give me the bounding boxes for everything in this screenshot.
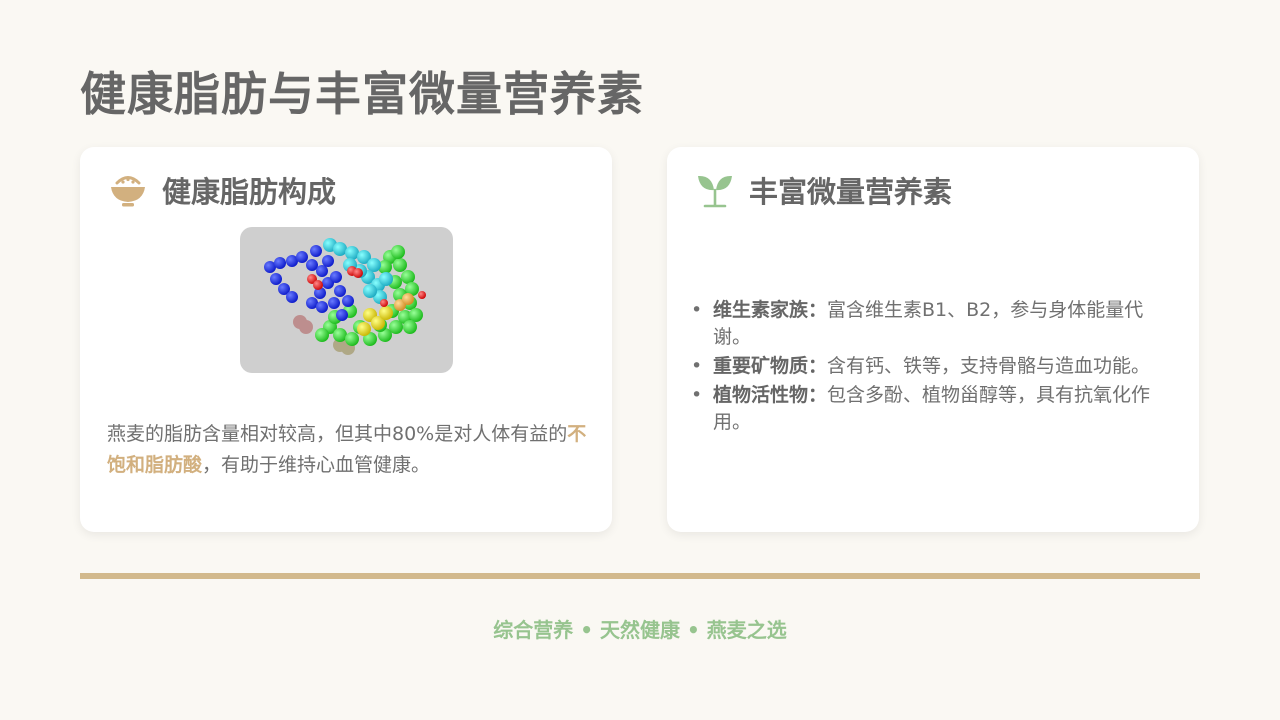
page-title: 健康脂肪与丰富微量营养素 (80, 67, 644, 121)
healthy-fat-heading: 健康脂肪构成 (162, 175, 337, 209)
list-item: 重要矿物质：含有钙、铁等，支持骨骼与造血功能。 (691, 353, 1181, 380)
healthy-fat-card-header: 健康脂肪构成 (108, 169, 336, 211)
list-item: 植物活性物：包含多酚、植物甾醇等，具有抗氧化作用。 (691, 382, 1181, 436)
footer-tagline: 综合营养 • 天然健康 • 燕麦之选 (493, 618, 787, 642)
molecule-model-graphic (264, 238, 426, 355)
list-item: 维生素家族：富含维生素B1、B2，参与身体能量代谢。 (691, 297, 1181, 351)
mineral-label: 重要矿物质： (713, 355, 828, 377)
rice-bowl-icon (108, 170, 148, 210)
description-text-end: ，有助于维持心血管健康。 (202, 454, 431, 476)
healthy-fat-card: 健康脂肪构成 燕麦的脂肪含量相对较高，但其中80%是对人体有益的不饱和脂肪酸，有… (80, 147, 612, 532)
micronutrients-card-header: 丰富微量营养素 (695, 169, 952, 211)
description-text-start: 燕麦的脂肪含量相对较高，但其中80%是对人体有益的 (107, 423, 568, 445)
fat-molecule-image (240, 227, 453, 373)
micronutrient-list: 维生素家族：富含维生素B1、B2，参与身体能量代谢。 重要矿物质：含有钙、铁等，… (691, 297, 1181, 438)
phytochemical-label: 植物活性物： (713, 384, 828, 406)
mineral-text: 含有钙、铁等，支持骨骼与造血功能。 (827, 355, 1151, 377)
seedling-icon (695, 170, 735, 210)
vitamin-label: 维生素家族： (713, 299, 828, 321)
micronutrients-heading: 丰富微量营养素 (749, 175, 953, 209)
divider (80, 573, 1200, 579)
healthy-fat-description: 燕麦的脂肪含量相对较高，但其中80%是对人体有益的不饱和脂肪酸，有助于维持心血管… (107, 419, 587, 481)
micronutrients-card: 丰富微量营养素 维生素家族：富含维生素B1、B2，参与身体能量代谢。 重要矿物质… (667, 147, 1199, 532)
